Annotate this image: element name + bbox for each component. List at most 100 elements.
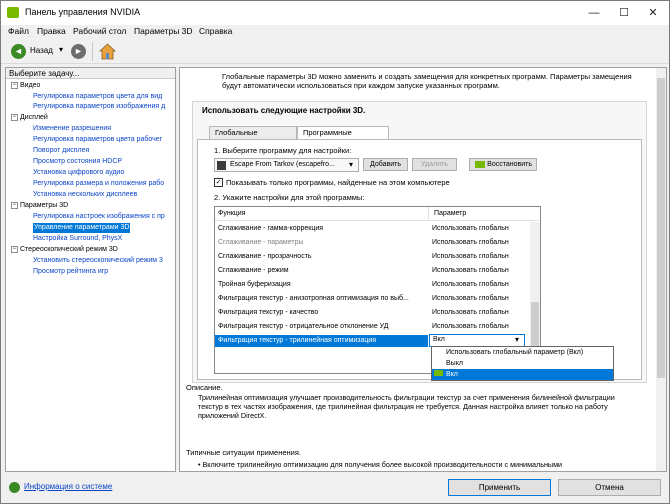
table-row[interactable]: Фильтрация текстур - качество Использоват… <box>215 307 521 319</box>
back-arrow-icon[interactable]: ◄ <box>11 44 26 59</box>
minimize-button[interactable]: — <box>579 1 609 25</box>
restore-button[interactable]: Восстановить <box>469 158 537 171</box>
toolbar-separator <box>92 42 93 61</box>
menu-file[interactable]: Файл <box>8 26 29 36</box>
row-function: Фильтрация текстур - отрицательное откло… <box>218 323 389 330</box>
menu-help[interactable]: Справка <box>199 26 232 36</box>
settings-panel: Использовать следующие настройки 3D. Гло… <box>192 101 647 383</box>
cancel-button[interactable]: Отмена <box>558 479 661 496</box>
maximize-button[interactable]: ☐ <box>609 1 639 25</box>
collapse-icon[interactable]: − <box>11 245 18 253</box>
column-header-function[interactable]: Функция <box>218 210 245 217</box>
program-select-value: Escape From Tarkov (escapefro... <box>230 161 335 168</box>
collapse-icon[interactable]: − <box>11 113 18 121</box>
column-header-parameter[interactable]: Параметр <box>434 210 466 217</box>
intro-text: Глобальные параметры 3D можно заменить и… <box>222 72 632 90</box>
typical-usage-item: • Включите трилинейную оптимизацию для п… <box>198 460 563 469</box>
table-row[interactable]: Фильтрация текстур - отрицательное откло… <box>215 321 521 333</box>
dropdown-option-on[interactable]: Вкл <box>432 369 613 380</box>
table-row[interactable]: Сглаживание - прозрачность Использовать г… <box>215 251 521 263</box>
only-installed-checkbox[interactable]: ✓ <box>214 178 223 187</box>
scrollbar-thumb[interactable] <box>531 302 539 352</box>
parameter-select-value: Вкл <box>433 336 445 343</box>
collapse-icon[interactable]: − <box>11 81 18 89</box>
category-label: Дисплей <box>20 114 48 121</box>
sidebar-item-resolution[interactable]: Изменение разрешения <box>33 124 111 134</box>
sidebar-item-game-ratings[interactable]: Просмотр рейтинга игр <box>33 267 108 277</box>
back-button-label[interactable]: Назад <box>30 46 53 55</box>
tab-global-settings[interactable]: Глобальные параметры <box>209 126 297 149</box>
row-function: Сглаживание - параметры <box>218 239 304 246</box>
category-3d-settings[interactable]: − Параметры 3D <box>11 201 68 211</box>
table-row[interactable]: Сглаживание - режим Использовать глобальн <box>215 265 521 277</box>
sidebar-item-rotate[interactable]: Поворот дисплея <box>33 146 89 156</box>
close-button[interactable]: ✕ <box>638 1 668 25</box>
home-icon[interactable] <box>98 43 117 60</box>
step1-label: 1. Выберите программу для настройки: <box>214 146 352 155</box>
system-info-link[interactable]: Информация о системе <box>24 482 112 491</box>
menu-bar: Файл Правка Рабочий стол Параметры 3D Сп… <box>1 25 669 39</box>
sidebar-item-desktop-color[interactable]: Регулировка параметров цвета рабочег <box>33 135 162 145</box>
tab-program-settings[interactable]: Программные настройки <box>297 126 389 149</box>
row-function: Сглаживание - прозрачность <box>218 253 312 260</box>
add-button[interactable]: Добавить <box>363 158 408 171</box>
program-select[interactable]: Escape From Tarkov (escapefro... ▾ <box>214 158 359 172</box>
row-function: Сглаживание - режим <box>218 267 289 274</box>
scrollbar-thumb[interactable] <box>657 78 665 378</box>
collapse-icon[interactable]: − <box>11 201 18 209</box>
bottom-bar: Информация о системе Применить Отмена <box>1 473 669 503</box>
row-function: Сглаживание - гамма-коррекция <box>218 225 324 232</box>
sidebar-item-manage-3d[interactable]: Управление параметрами 3D <box>33 223 131 233</box>
title-bar: Панель управления NVIDIA — ☐ ✕ <box>1 1 669 25</box>
sidebar-item-digital-audio[interactable]: Установка цифрового аудио <box>33 168 124 178</box>
content-scrollbar[interactable] <box>656 68 666 471</box>
row-function: Фильтрация текстур - анизотропная оптими… <box>218 295 409 302</box>
table-row[interactable]: Фильтрация текстур - анизотропная оптими… <box>215 293 521 305</box>
row-parameter: Использовать глобальн <box>432 295 509 302</box>
table-row[interactable]: Сглаживание - гамма-коррекция Использоват… <box>215 223 521 235</box>
row-function: Фильтрация текстур - качество <box>218 309 319 316</box>
tab-strip: Глобальные параметры Программные настрой… <box>193 126 646 149</box>
forward-arrow-icon[interactable]: ► <box>71 44 86 59</box>
dropdown-option-global[interactable]: Использовать глобальный параметр (Вкл) <box>432 347 613 358</box>
category-display[interactable]: − Дисплей <box>11 113 48 123</box>
apply-button[interactable]: Применить <box>448 479 551 496</box>
category-video[interactable]: − Видео <box>11 81 40 91</box>
remove-button[interactable]: Удалить <box>412 158 457 171</box>
description-label: Описание. <box>186 383 223 392</box>
task-sidebar: Выберите задачу... − Видео Регулировка па… <box>5 67 176 472</box>
sidebar-item-video-color[interactable]: Регулировка параметров цвета для вид <box>33 92 162 102</box>
sidebar-item-video-image[interactable]: Регулировка параметров изображения д <box>33 102 165 112</box>
sidebar-item-hdcp[interactable]: Просмотр состояния HDCP <box>33 157 122 167</box>
dropdown-option-off[interactable]: Выкл <box>432 358 613 369</box>
category-label: Стереоскопический режим 3D <box>20 246 118 253</box>
nvidia-logo-icon <box>434 370 443 376</box>
sidebar-item-multiple-displays[interactable]: Установка нескольких дисплеев <box>33 190 137 200</box>
back-dropdown-icon[interactable]: ▾ <box>59 45 63 54</box>
sidebar-item-stereo-setup[interactable]: Установить стереоскопический режим 3 <box>33 256 163 266</box>
menu-desktop[interactable]: Рабочий стол <box>73 26 126 36</box>
row-parameter: Использовать глобальн <box>432 323 509 330</box>
table-row[interactable]: Сглаживание - параметры Использовать глоб… <box>215 237 521 249</box>
dropdown-option-label: Вкл <box>446 371 458 378</box>
checkbox-label: Показывать только программы, найденные н… <box>226 178 450 187</box>
table-row-selected[interactable]: Фильтрация текстур - трилинейная оптимиз… <box>215 335 428 347</box>
sidebar-item-surround-physx[interactable]: Настройка Surround, PhysX <box>33 234 122 244</box>
typical-usage-text: Включите трилинейную оптимизацию для пол… <box>202 460 563 469</box>
toolbar: ◄ Назад ▾ ► <box>1 40 669 64</box>
info-icon <box>9 482 20 493</box>
menu-3d-settings[interactable]: Параметры 3D <box>134 26 193 36</box>
nvidia-logo-icon <box>7 7 19 18</box>
parameter-dropdown-list: Использовать глобальный параметр (Вкл) В… <box>431 346 614 381</box>
step2-label: 2. Укажите настройки для этой программы: <box>214 193 365 202</box>
sidebar-item-image-preview[interactable]: Регулировка настроек изображения с пр <box>33 212 165 222</box>
row-parameter: Использовать глобальн <box>432 239 509 246</box>
table-row[interactable]: Тройная буферизация Использовать глобальн <box>215 279 521 291</box>
category-stereo-3d[interactable]: − Стереоскопический режим 3D <box>11 245 118 255</box>
restore-button-label: Восстановить <box>487 161 532 168</box>
sidebar-item-desktop-size[interactable]: Регулировка размера и положения рабо <box>33 179 164 189</box>
typical-usage-label: Типичные ситуации применения. <box>186 448 301 457</box>
menu-edit[interactable]: Правка <box>37 26 66 36</box>
nvidia-control-panel-window: Панель управления NVIDIA — ☐ ✕ Файл Прав… <box>0 0 670 504</box>
row-parameter: Использовать глобальн <box>432 267 509 274</box>
